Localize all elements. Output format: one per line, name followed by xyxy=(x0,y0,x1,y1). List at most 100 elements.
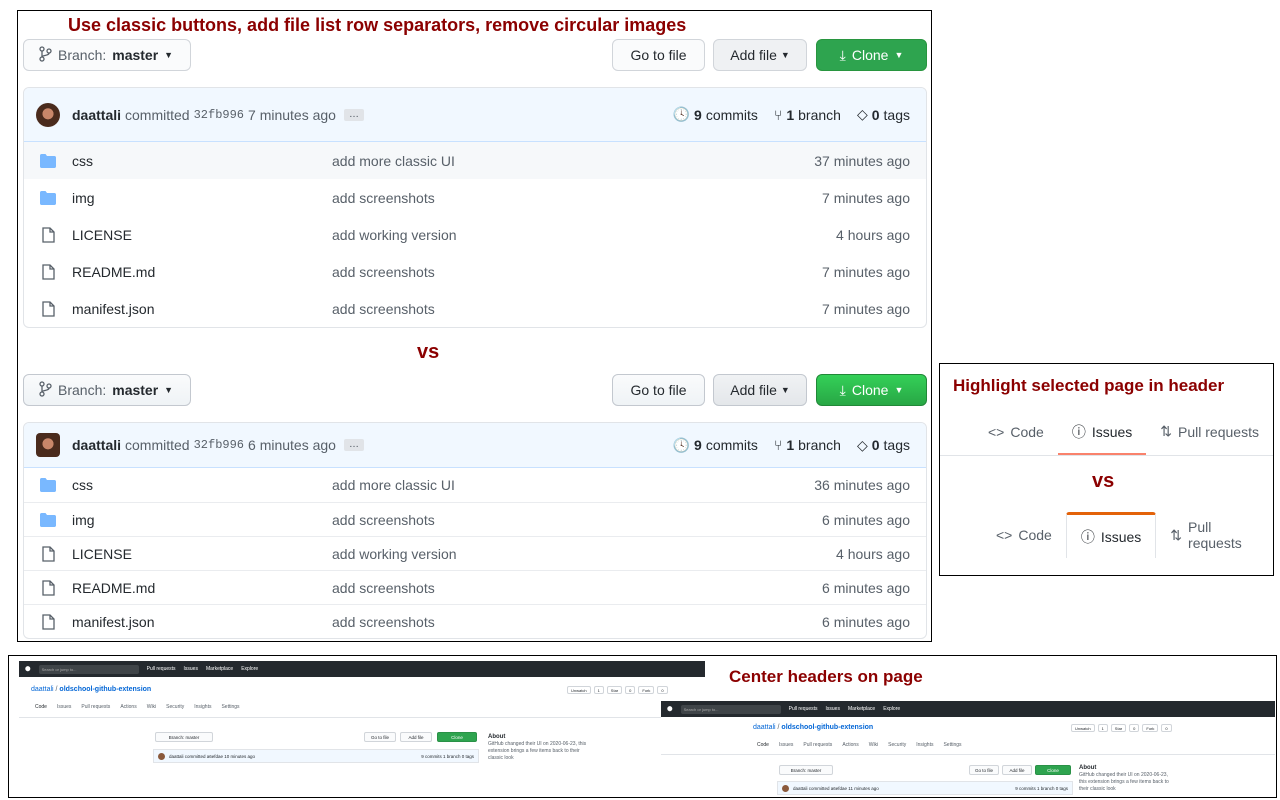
top-link[interactable]: Explore xyxy=(241,666,258,672)
tab-security[interactable]: Security xyxy=(166,704,184,710)
branch-select-button[interactable]: Branch: master ▼ xyxy=(23,374,191,406)
top-link[interactable]: Marketplace xyxy=(848,706,875,712)
tab-code[interactable]: Code xyxy=(757,742,769,748)
star-count[interactable]: 0 xyxy=(625,686,636,694)
tags-link[interactable]: ◇ 0 tags xyxy=(857,106,910,123)
fork-button[interactable]: Fork xyxy=(1142,724,1159,732)
tab-pull-requests[interactable]: ⇅ Pull requests xyxy=(1156,512,1273,558)
tab-pull-requests[interactable]: Pull requests xyxy=(81,704,110,710)
file-row[interactable]: img add screenshots 7 minutes ago xyxy=(24,179,926,216)
file-row[interactable]: css add more classic UI 37 minutes ago xyxy=(24,142,926,179)
repo-owner[interactable]: daattali xyxy=(753,724,776,731)
watch-button[interactable]: Unwatch xyxy=(1071,724,1095,732)
file-row[interactable]: img add screenshots 6 minutes ago xyxy=(24,502,926,536)
commits-link[interactable]: 🕓 9 commits xyxy=(673,437,758,454)
tab-code[interactable]: <> Code xyxy=(982,512,1066,558)
file-row[interactable]: manifest.json add screenshots 7 minutes ag… xyxy=(24,290,926,327)
repo-title[interactable]: daattali / oldschool-github-extension xyxy=(753,724,873,731)
file-name[interactable]: img xyxy=(72,512,332,528)
file-name[interactable]: LICENSE xyxy=(72,227,332,243)
tab-issues[interactable]: Issues xyxy=(57,704,71,710)
commit-message[interactable]: add screenshots xyxy=(332,264,822,280)
commit-sha[interactable]: 32fb996 xyxy=(194,108,244,122)
avatar[interactable] xyxy=(36,433,60,457)
fork-button[interactable]: Fork xyxy=(638,686,655,694)
commit-message[interactable]: add working version xyxy=(332,546,836,562)
tab-actions[interactable]: Actions xyxy=(842,742,858,748)
commit-author[interactable]: daattali xyxy=(72,437,121,453)
clone-button[interactable]: Clone xyxy=(437,732,477,742)
tab-wiki[interactable]: Wiki xyxy=(147,704,156,710)
commit-message-toggle[interactable]: … xyxy=(343,108,364,121)
tab-issues[interactable]: ⓘ Issues xyxy=(1057,408,1147,455)
tab-code[interactable]: Code xyxy=(35,704,47,710)
clone-button[interactable]: Clone xyxy=(1035,765,1071,775)
tab-security[interactable]: Security xyxy=(888,742,906,748)
repo-title[interactable]: daattali / oldschool-github-extension xyxy=(31,686,151,693)
branch-select-button[interactable]: Branch: master xyxy=(779,765,833,775)
file-name[interactable]: LICENSE xyxy=(72,546,332,562)
branches-link[interactable]: ⑂ 1 branch xyxy=(774,107,841,123)
file-name[interactable]: README.md xyxy=(72,580,332,596)
tab-settings[interactable]: Settings xyxy=(943,742,961,748)
file-name[interactable]: css xyxy=(72,477,332,493)
search-input[interactable]: Search or jump to... xyxy=(38,664,139,674)
go-to-file-button[interactable]: Go to file xyxy=(364,732,396,742)
tab-insights[interactable]: Insights xyxy=(194,704,211,710)
fork-count[interactable]: 0 xyxy=(657,686,668,694)
watch-count[interactable]: 1 xyxy=(593,686,604,694)
star-button[interactable]: Star xyxy=(1110,724,1127,732)
file-name[interactable]: css xyxy=(72,153,332,169)
commit-message[interactable]: add screenshots xyxy=(332,614,822,630)
commit-message[interactable]: add screenshots xyxy=(332,580,822,596)
tab-wiki[interactable]: Wiki xyxy=(869,742,878,748)
tab-actions[interactable]: Actions xyxy=(120,704,136,710)
file-name[interactable]: README.md xyxy=(72,264,332,280)
file-name[interactable]: manifest.json xyxy=(72,301,332,317)
clone-button[interactable]: ⤓ Clone ▼ xyxy=(816,39,927,71)
file-row[interactable]: LICENSE add working version 4 hours ago xyxy=(24,216,926,253)
star-button[interactable]: Star xyxy=(606,686,623,694)
tab-pull-requests[interactable]: Pull requests xyxy=(803,742,832,748)
go-to-file-button[interactable]: Go to file xyxy=(969,765,999,775)
add-file-button[interactable]: Add file ▼ xyxy=(713,374,807,406)
add-file-button[interactable]: Add file xyxy=(1002,765,1032,775)
top-link[interactable]: Pull requests xyxy=(147,666,176,672)
file-row[interactable]: manifest.json add screenshots 6 minutes ag… xyxy=(24,604,926,638)
commit-message[interactable]: add more classic UI xyxy=(332,153,814,169)
file-row[interactable]: README.md add screenshots 7 minutes ago xyxy=(24,253,926,290)
repo-name[interactable]: oldschool-github-extension xyxy=(781,724,873,731)
commit-message[interactable]: add screenshots xyxy=(332,301,822,317)
tab-issues[interactable]: ⓘ Issues xyxy=(1065,512,1157,558)
repo-owner[interactable]: daattali xyxy=(31,686,54,693)
file-row[interactable]: css add more classic UI 36 minutes ago xyxy=(24,468,926,502)
watch-count[interactable]: 1 xyxy=(1097,724,1108,732)
top-link[interactable]: Pull requests xyxy=(789,706,818,712)
commit-author[interactable]: daattali xyxy=(72,107,121,123)
fork-count[interactable]: 0 xyxy=(1161,724,1172,732)
commit-sha[interactable]: 32fb996 xyxy=(194,438,244,452)
clone-button[interactable]: ⤓ Clone ▼ xyxy=(816,374,927,406)
commits-link[interactable]: 🕓 9 commits xyxy=(673,106,758,123)
top-link[interactable]: Marketplace xyxy=(206,666,233,672)
search-input[interactable]: Search or jump to... xyxy=(680,704,781,714)
tab-settings[interactable]: Settings xyxy=(221,704,239,710)
tab-insights[interactable]: Insights xyxy=(916,742,933,748)
avatar[interactable] xyxy=(36,102,60,127)
go-to-file-button[interactable]: Go to file xyxy=(612,39,705,71)
top-link[interactable]: Explore xyxy=(883,706,900,712)
file-name[interactable]: img xyxy=(72,190,332,206)
tab-pull-requests[interactable]: ⇅ Pull requests xyxy=(1146,408,1273,455)
add-file-button[interactable]: Add file xyxy=(400,732,432,742)
commit-message-toggle[interactable]: … xyxy=(343,439,364,451)
repo-name[interactable]: oldschool-github-extension xyxy=(59,686,151,693)
commit-message[interactable]: add working version xyxy=(332,227,836,243)
go-to-file-button[interactable]: Go to file xyxy=(612,374,705,406)
star-count[interactable]: 0 xyxy=(1129,724,1140,732)
branches-link[interactable]: ⑂ 1 branch xyxy=(774,437,841,453)
watch-button[interactable]: Unwatch xyxy=(567,686,591,694)
top-link[interactable]: Issues xyxy=(184,666,198,672)
tab-code[interactable]: <> Code xyxy=(974,408,1058,455)
commit-message[interactable]: add more classic UI xyxy=(332,477,814,493)
top-link[interactable]: Issues xyxy=(826,706,840,712)
